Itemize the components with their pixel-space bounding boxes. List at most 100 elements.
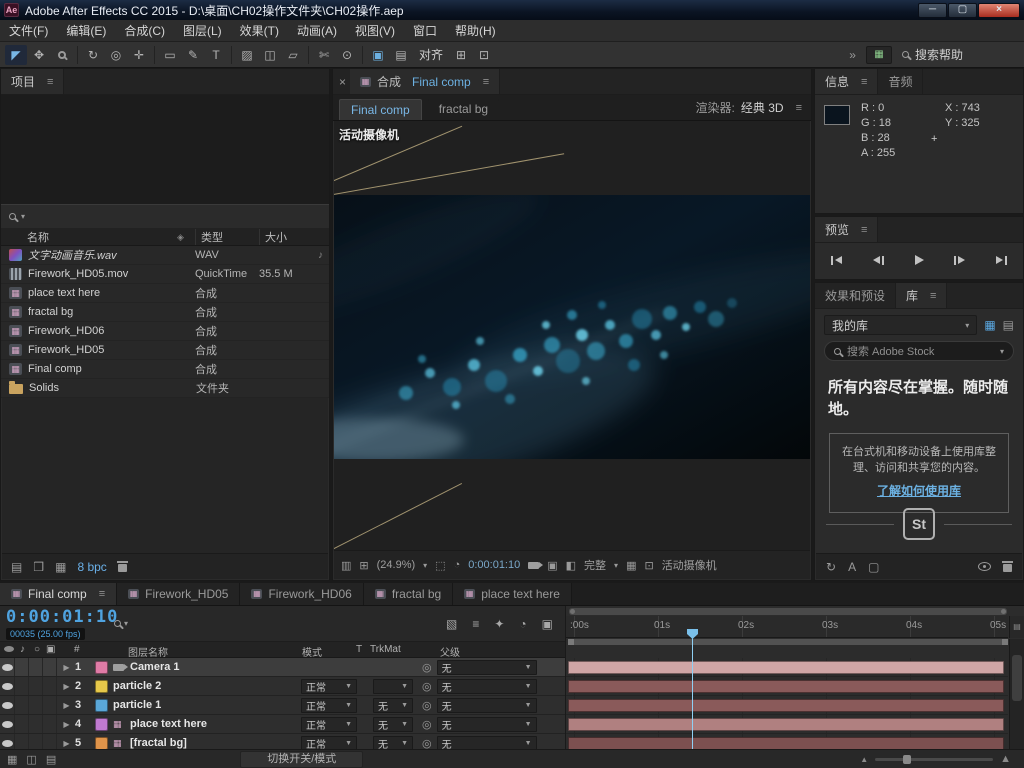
eye-icon[interactable] bbox=[0, 715, 15, 733]
column-trkmat[interactable]: TrkMat bbox=[370, 644, 401, 655]
pen-tool[interactable]: ✎ bbox=[182, 45, 204, 65]
tab-effects-presets[interactable]: 效果和预设 bbox=[815, 283, 896, 308]
project-item-row[interactable]: ▦ Firework_HD05 合成 bbox=[1, 341, 329, 360]
preview-timecode[interactable]: 0:00:01:10 bbox=[468, 559, 520, 571]
column-number[interactable]: # bbox=[74, 644, 80, 655]
parent-dropdown[interactable]: 无▼ bbox=[437, 717, 537, 732]
layer-color-label[interactable] bbox=[95, 737, 108, 750]
project-item-row[interactable]: 文字动画音乐.wav WAV ♪ bbox=[1, 246, 329, 265]
new-composition-icon[interactable]: ▦ bbox=[55, 560, 66, 574]
layer-row-place-text-here[interactable]: ▶ 4 ▦ place text here 正常▼ 无▼ ◎ 无▼ bbox=[0, 715, 565, 734]
menu-composition[interactable]: 合成(C) bbox=[115, 20, 174, 42]
hand-tool[interactable]: ✥ bbox=[28, 45, 50, 65]
graph-editor-icon[interactable]: ▤ bbox=[46, 753, 56, 766]
maximize-button[interactable]: ▢ bbox=[948, 3, 977, 18]
menu-help[interactable]: 帮助(H) bbox=[446, 20, 505, 42]
menu-view[interactable]: 视图(V) bbox=[346, 20, 404, 42]
mode-cell[interactable]: 正常▼ bbox=[301, 679, 365, 694]
trkmat-cell[interactable]: 无▼ bbox=[365, 698, 417, 713]
layer-duration-bar-fractal-bg[interactable] bbox=[568, 737, 1004, 749]
column-type[interactable]: 类型 bbox=[195, 229, 259, 245]
trash-icon[interactable] bbox=[1003, 561, 1012, 572]
menu-effect[interactable]: 效果(T) bbox=[231, 20, 288, 42]
viewer-tab-fractal-bg[interactable]: fractal bg bbox=[428, 99, 499, 120]
column-t[interactable]: T bbox=[356, 644, 362, 655]
project-item-row[interactable]: ▦ place text here 合成 bbox=[1, 284, 329, 303]
show-snapshot-icon[interactable]: ▣ bbox=[547, 559, 557, 572]
expander-icon[interactable]: ▶ bbox=[60, 739, 73, 748]
lock-toggle[interactable] bbox=[43, 677, 57, 695]
menu-layer[interactable]: 图层(L) bbox=[174, 20, 231, 42]
current-timecode[interactable]: 0:00:01:10 bbox=[6, 607, 118, 627]
grid-guides-icon[interactable]: ⊞ bbox=[359, 559, 368, 572]
eye-icon[interactable] bbox=[0, 677, 15, 695]
snap-icon[interactable]: ⊡ bbox=[473, 45, 495, 65]
panel-menu-icon[interactable]: ≡ bbox=[930, 290, 936, 302]
layer-color-label[interactable] bbox=[95, 661, 108, 674]
layer-name[interactable]: Camera 1 bbox=[130, 661, 301, 673]
rotation-tool[interactable]: ↻ bbox=[82, 45, 104, 65]
motion-blur-icon[interactable]: ▣ bbox=[542, 617, 553, 631]
audio-toggle[interactable] bbox=[15, 715, 29, 733]
composition-viewer[interactable]: 活动摄像机 bbox=[334, 121, 810, 550]
puppet-pin-tool[interactable]: ⊙ bbox=[336, 45, 358, 65]
expand-layers-icon[interactable]: ◫ bbox=[26, 753, 36, 766]
magnification-ratio[interactable]: (24.9%) bbox=[377, 559, 416, 571]
column-parent[interactable]: 父级 bbox=[440, 644, 460, 659]
layer-name[interactable]: [fractal bg] bbox=[130, 737, 301, 749]
timeline-vertical-scrollbar[interactable] bbox=[1009, 639, 1024, 749]
tab-composition[interactable]: ▦ 合成 Final comp ≡ bbox=[350, 69, 500, 94]
sync-icon[interactable]: ↻ bbox=[826, 560, 836, 574]
audio-toggle[interactable] bbox=[15, 658, 29, 676]
pickwhip-icon[interactable]: ◎ bbox=[422, 680, 432, 693]
timeline-navigator[interactable] bbox=[569, 608, 1007, 615]
layer-row-particle-2[interactable]: ▶ 2 particle 2 正常▼ ▼ ◎ 无▼ bbox=[0, 677, 565, 696]
expander-icon[interactable]: ▶ bbox=[60, 720, 73, 729]
column-layer-name[interactable]: 图层名称 bbox=[128, 644, 168, 659]
pickwhip-icon[interactable]: ◎ bbox=[422, 699, 432, 712]
column-mode[interactable]: 模式 bbox=[302, 644, 322, 659]
zoom-tool[interactable] bbox=[51, 45, 73, 65]
parent-cell[interactable]: ◎ 无▼ bbox=[417, 679, 565, 694]
close-button[interactable]: × bbox=[978, 3, 1020, 18]
project-item-row[interactable]: Firework_HD05.mov QuickTime 35.5 M bbox=[1, 265, 329, 284]
timeline-search[interactable]: ▾ bbox=[114, 619, 128, 628]
axis-mode-world[interactable]: ▤ bbox=[390, 45, 412, 65]
timeline-options-icon[interactable]: ▤ bbox=[1009, 616, 1024, 638]
type-tool[interactable]: T bbox=[205, 45, 227, 65]
eye-icon[interactable] bbox=[0, 658, 15, 676]
column-name[interactable]: 名称 bbox=[1, 229, 177, 245]
tab-project[interactable]: 项目 ≡ bbox=[1, 69, 64, 94]
selection-tool[interactable]: ◤ bbox=[5, 45, 27, 65]
project-search-row[interactable]: ▾ bbox=[1, 205, 329, 229]
zoom-in-icon[interactable]: ▲ bbox=[1000, 753, 1011, 765]
expander-icon[interactable]: ▶ bbox=[60, 682, 73, 691]
parent-cell[interactable]: ◎ 无▼ bbox=[417, 698, 565, 713]
new-folder-icon[interactable]: ❒ bbox=[33, 560, 44, 574]
toolbar-overflow-chevron[interactable]: » bbox=[849, 48, 856, 62]
brush-tool[interactable]: ▨ bbox=[236, 45, 258, 65]
mode-cell[interactable]: 正常▼ bbox=[301, 717, 365, 732]
parent-dropdown[interactable]: 无▼ bbox=[437, 660, 537, 675]
parent-dropdown[interactable]: 无▼ bbox=[437, 679, 537, 694]
pickwhip-icon[interactable]: ◎ bbox=[422, 718, 432, 731]
current-time-indicator-line[interactable] bbox=[692, 634, 693, 749]
timeline-tab-firework-hd06[interactable]: ▦ Firework_HD06 bbox=[240, 583, 363, 605]
toggle-switches-modes-button[interactable]: 切换开关/模式 bbox=[240, 751, 363, 768]
panel-menu-icon[interactable]: ≡ bbox=[861, 76, 867, 88]
expander-icon[interactable]: ▶ bbox=[60, 701, 73, 710]
tab-audio[interactable]: 音频 bbox=[878, 69, 923, 94]
solo-toggle[interactable] bbox=[29, 658, 43, 676]
snapshot-icon[interactable] bbox=[528, 562, 539, 569]
clone-stamp-tool[interactable]: ◫ bbox=[259, 45, 281, 65]
layer-name[interactable]: particle 1 bbox=[113, 699, 301, 711]
timeline-tab-firework-hd05[interactable]: ▦ Firework_HD05 bbox=[117, 583, 240, 605]
layer-duration-bar-particle-2[interactable] bbox=[568, 680, 1004, 693]
search-help[interactable]: 搜索帮助 bbox=[902, 46, 963, 63]
resolution-select[interactable]: 完整 bbox=[584, 557, 606, 573]
my-library-dropdown[interactable]: 我的库 ▾ bbox=[824, 315, 977, 335]
lock-toggle[interactable] bbox=[43, 658, 57, 676]
channels-icon[interactable]: ◧ bbox=[566, 559, 576, 572]
play-button[interactable] bbox=[915, 253, 924, 267]
renderer-control[interactable]: 渲染器: 经典 3D ≡ bbox=[696, 99, 811, 116]
